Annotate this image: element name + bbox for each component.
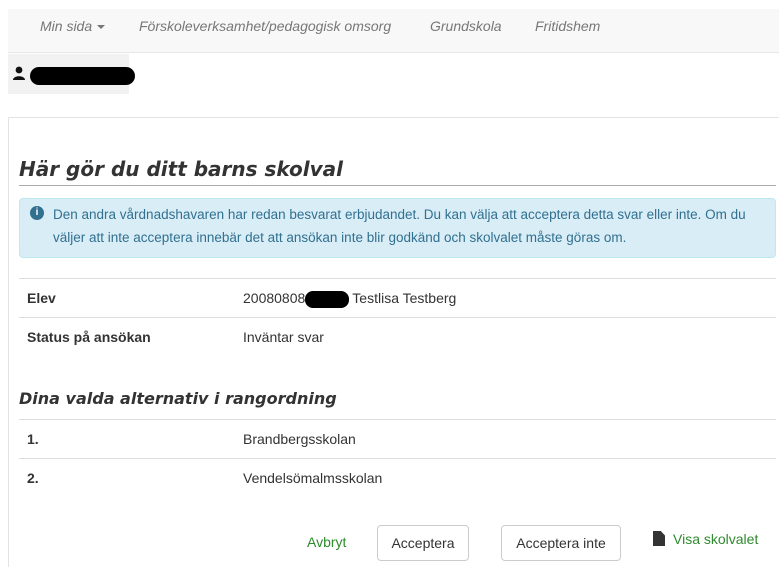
choices-title: Dina valda alternativ i rangordning bbox=[19, 389, 337, 408]
status-value: Inväntar svar bbox=[243, 329, 324, 345]
nav-item-grundskola[interactable]: Grundskola bbox=[430, 18, 502, 34]
choice-school: Brandbergsskolan bbox=[243, 431, 356, 447]
student-label: Elev bbox=[27, 290, 56, 306]
alert-text: Den andra vårdnadshavaren har redan besv… bbox=[53, 207, 746, 245]
redacted-username bbox=[30, 67, 135, 85]
info-icon: i bbox=[30, 206, 44, 220]
user-bar bbox=[8, 54, 135, 94]
student-row: Elev 20080808 Testlisa Testberg bbox=[19, 278, 776, 317]
nav-item-fritidshem[interactable]: Fritidshem bbox=[535, 18, 600, 34]
choice-rank: 2. bbox=[27, 470, 39, 486]
choice-row: 2. Vendelsömalmsskolan bbox=[19, 458, 776, 497]
status-label: Status på ansökan bbox=[27, 329, 151, 345]
caret-down-icon bbox=[97, 25, 106, 30]
redacted-id bbox=[305, 290, 350, 308]
student-name: Testlisa Testberg bbox=[352, 290, 457, 306]
document-icon bbox=[653, 531, 665, 546]
accept-button[interactable]: Acceptera bbox=[377, 525, 469, 561]
page-title: Här gör du ditt barns skolval bbox=[19, 157, 343, 181]
student-value: 20080808 Testlisa Testberg bbox=[243, 290, 456, 308]
title-divider bbox=[19, 185, 776, 186]
choice-school: Vendelsömalmsskolan bbox=[243, 470, 383, 486]
status-row: Status på ansökan Inväntar svar bbox=[19, 317, 776, 356]
cancel-link[interactable]: Avbryt bbox=[307, 534, 346, 550]
choice-rank: 1. bbox=[27, 431, 39, 447]
nav-item-label: Min sida bbox=[40, 18, 93, 34]
student-id-prefix: 20080808 bbox=[243, 290, 306, 306]
decline-button[interactable]: Acceptera inte bbox=[501, 525, 621, 561]
show-school-choice-link[interactable]: Visa skolvalet bbox=[653, 531, 758, 547]
top-navbar: Min sida Förskoleverksamhet/pedagogisk o… bbox=[8, 9, 779, 53]
info-alert: i Den andra vårdnadshavaren har redan be… bbox=[19, 198, 776, 258]
nav-item-forskoleverksamhet[interactable]: Förskoleverksamhet/pedagogisk omsorg bbox=[139, 18, 391, 34]
show-school-choice-label: Visa skolvalet bbox=[673, 531, 759, 547]
user-icon bbox=[13, 66, 25, 80]
nav-item-min-sida[interactable]: Min sida bbox=[40, 18, 106, 34]
choice-row: 1. Brandbergsskolan bbox=[19, 419, 776, 458]
